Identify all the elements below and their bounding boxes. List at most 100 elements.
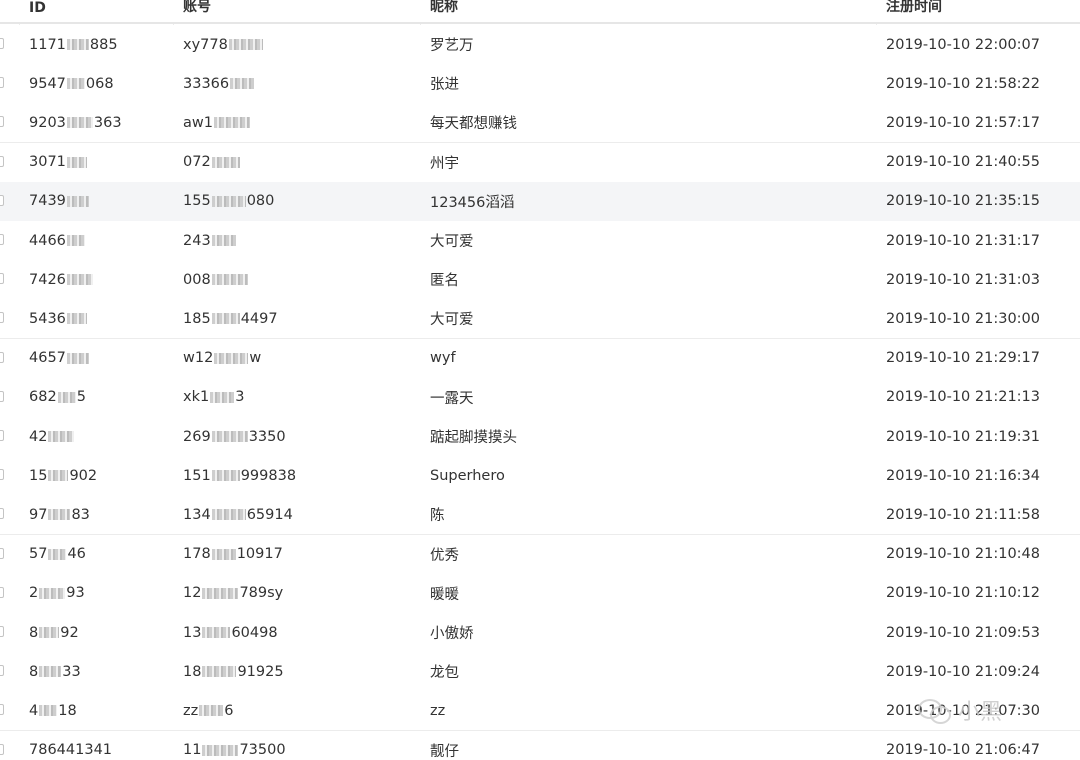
redaction-mask xyxy=(211,509,246,521)
table-row[interactable]: 786441341 11 73500 靓仔 2019-10-10 21:06:47 xyxy=(0,730,1080,760)
table-row[interactable]: 4466 243 大可爱 2019-10-10 21:31:17 xyxy=(0,221,1080,261)
row-checkbox[interactable] xyxy=(0,116,4,128)
column-header-nickname[interactable]: 昵称 xyxy=(430,0,870,22)
cell-account: 13 60498 xyxy=(183,613,418,652)
table-row[interactable]: 5436 185 4497 大可爱 2019-10-10 21:30:00 xyxy=(0,299,1080,340)
cell-account-text: xy778 xyxy=(183,36,228,53)
row-checkbox[interactable] xyxy=(0,312,4,324)
row-checkbox[interactable] xyxy=(0,273,4,285)
table-header: ID 账号 昵称 注册时间 xyxy=(0,0,1080,24)
cell-account-text: 11 xyxy=(183,742,202,759)
cell-nickname: 小傲娇 xyxy=(430,613,870,652)
cell-account-text: 33366 xyxy=(183,75,230,92)
table-row[interactable]: 3071 072 州宇 2019-10-10 21:40:55 xyxy=(0,142,1080,183)
cell-nickname: 踮起脚摸摸头 xyxy=(430,417,870,456)
row-checkbox[interactable] xyxy=(0,351,4,363)
cell-account-text: 134 xyxy=(183,506,211,523)
cell-id-text: 46 xyxy=(67,546,86,563)
cell-nickname-text: 罗艺万 xyxy=(430,38,474,54)
row-checkbox[interactable] xyxy=(0,155,4,167)
cell-account-text: 73500 xyxy=(239,742,286,759)
column-header-account[interactable]: 账号 xyxy=(183,0,418,22)
cell-account-text: xk1 xyxy=(183,389,210,406)
cell-id: 8 33 xyxy=(29,652,171,691)
cell-account: xk1 3 xyxy=(183,378,418,417)
row-checkbox[interactable] xyxy=(0,743,4,755)
table-row[interactable]: 15 902 151 999838 Superhero 2019-10-10 21:16:… xyxy=(0,456,1080,497)
row-checkbox[interactable] xyxy=(0,234,4,245)
cell-register-time-text: 2019-10-10 21:35:15 xyxy=(886,193,1040,210)
row-checkbox[interactable] xyxy=(0,626,4,637)
cell-nickname: 每天都想赚钱 xyxy=(430,103,870,142)
cell-id-text: 33 xyxy=(62,663,81,680)
row-checkbox[interactable] xyxy=(0,77,4,89)
table-row[interactable]: 7439 155 080 123456滔滔 2019-10-10 21:35:15 xyxy=(0,181,1080,222)
cell-id: 42 xyxy=(29,417,171,456)
cell-id-text: 18 xyxy=(58,702,77,719)
redaction-mask xyxy=(39,587,66,599)
cell-account-text: 789sy xyxy=(239,585,284,602)
table-row[interactable]: 2 93 12 789sy 暖暖 2019-10-10 21:10:12 xyxy=(0,573,1080,614)
table-row[interactable]: 9203 363 aw1 每天都想赚钱 2019-10-10 21:57:17 xyxy=(0,103,1080,144)
redaction-mask xyxy=(211,548,236,560)
redaction-mask xyxy=(202,666,237,678)
column-header-id[interactable]: ID xyxy=(29,0,171,22)
cell-nickname-text: 每天都想赚钱 xyxy=(430,116,517,133)
cell-register-time: 2019-10-10 21:10:12 xyxy=(886,574,1080,613)
table-row[interactable]: 8 33 18 91925 龙包 2019-10-10 21:09:24 xyxy=(0,652,1080,693)
redaction-mask xyxy=(39,627,60,638)
row-checkbox[interactable] xyxy=(0,508,4,520)
table-row[interactable]: 8 92 13 60498 小傲娇 2019-10-10 21:09:53 xyxy=(0,613,1080,653)
row-checkbox[interactable] xyxy=(0,586,4,598)
cell-id-text: 885 xyxy=(89,36,118,53)
cell-register-time-text: 2019-10-10 21:10:48 xyxy=(886,546,1040,563)
redaction-mask xyxy=(211,313,240,325)
row-checkbox[interactable] xyxy=(0,430,4,441)
cell-register-time: 2019-10-10 21:09:24 xyxy=(886,652,1080,691)
row-checkbox[interactable] xyxy=(0,390,4,402)
cell-id: 9547 068 xyxy=(29,64,171,103)
cell-account-text: 008 xyxy=(183,271,211,288)
cell-nickname: 张进 xyxy=(430,64,870,103)
redaction-mask xyxy=(202,587,239,599)
cell-account: 11 73500 xyxy=(183,731,418,760)
cell-register-time-text: 2019-10-10 21:31:03 xyxy=(886,271,1040,288)
table-row[interactable]: 42 269 3350 踮起脚摸摸头 2019-10-10 21:19:31 xyxy=(0,417,1080,457)
cell-nickname-text: zz xyxy=(430,702,446,719)
table-row[interactable]: 7426 008 匿名 2019-10-10 21:31:03 xyxy=(0,260,1080,301)
table-row[interactable]: 4 18 zz 6 zz 2019-10-10 21:07:30 xyxy=(0,691,1080,732)
table-row[interactable]: 1171 885 xy778 罗艺万 2019-10-10 22:00:07 xyxy=(0,25,1080,65)
table-row[interactable]: 4657 w12 w wyf 2019-10-10 21:29:17 xyxy=(0,338,1080,379)
table-row[interactable]: 682 5 xk1 3 一露天 2019-10-10 21:21:13 xyxy=(0,377,1080,418)
redaction-mask xyxy=(39,666,62,678)
cell-register-time-text: 2019-10-10 21:21:13 xyxy=(886,389,1040,406)
cell-nickname: zz xyxy=(430,691,870,730)
row-checkbox[interactable] xyxy=(0,469,4,481)
cell-account: xy778 xyxy=(183,25,418,64)
table-row[interactable]: 97 83 134 65914 陈 2019-10-10 21:11:58 xyxy=(0,495,1080,536)
cell-account: 269 3350 xyxy=(183,417,418,456)
column-header-register-time[interactable]: 注册时间 xyxy=(886,0,1080,22)
row-checkbox[interactable] xyxy=(0,665,4,677)
cell-nickname-text: wyf xyxy=(430,350,456,367)
cell-id: 7426 xyxy=(29,260,171,299)
cell-register-time-text: 2019-10-10 21:31:17 xyxy=(886,232,1040,249)
row-checkbox[interactable] xyxy=(0,194,4,206)
cell-id-text: 7426 xyxy=(29,271,66,288)
cell-id: 4657 xyxy=(29,339,171,378)
cell-nickname-text: 龙包 xyxy=(430,665,459,682)
cell-account-text: w12 xyxy=(183,350,214,367)
row-checkbox[interactable] xyxy=(0,38,4,49)
cell-nickname-text: 优秀 xyxy=(430,547,459,564)
cell-id: 97 83 xyxy=(29,495,171,534)
cell-id-text: 1171 xyxy=(29,36,66,53)
cell-account-text: 269 xyxy=(183,428,211,445)
table-row[interactable]: 9547 068 33366 张进 2019-10-10 21:58:22 xyxy=(0,64,1080,105)
row-checkbox[interactable] xyxy=(0,704,4,716)
redaction-mask xyxy=(48,470,69,482)
cell-id-text: 068 xyxy=(85,75,114,92)
row-checkbox[interactable] xyxy=(0,547,4,559)
table-row[interactable]: 57 46 178 10917 优秀 2019-10-10 21:10:48 xyxy=(0,534,1080,575)
cell-nickname-text: 暖暖 xyxy=(430,586,459,603)
cell-id-text: 682 xyxy=(29,389,57,406)
